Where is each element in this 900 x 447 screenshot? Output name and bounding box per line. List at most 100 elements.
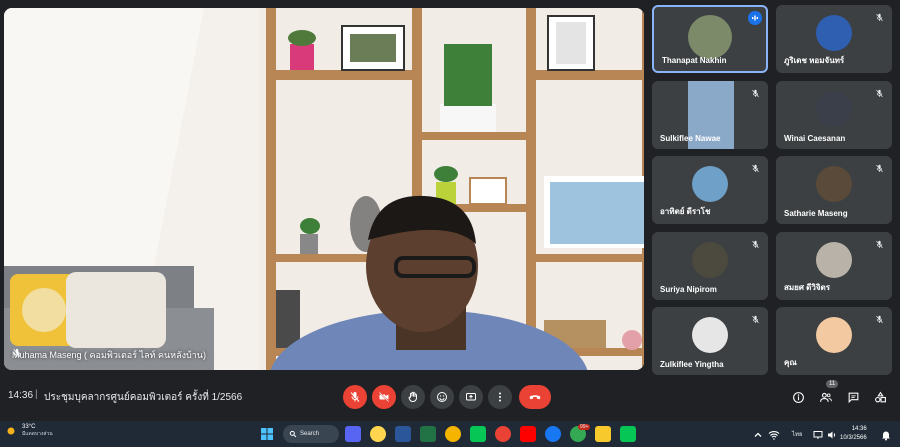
facebook-icon[interactable] bbox=[545, 426, 561, 442]
participant-name: คุณ bbox=[784, 358, 797, 367]
mic-off-icon bbox=[872, 237, 886, 251]
windows-icon bbox=[261, 428, 273, 440]
speaker-video bbox=[4, 8, 644, 370]
excel-icon[interactable] bbox=[420, 426, 436, 442]
avatar bbox=[692, 166, 728, 202]
leave-call-button[interactable] bbox=[519, 385, 551, 409]
participant-name: สมยศ ดีวิจิตร bbox=[784, 283, 831, 292]
participant-name: Zulkiflee Yingtha bbox=[660, 360, 724, 369]
participant-name: Satharie Maseng bbox=[784, 209, 848, 218]
raise-hand-button[interactable] bbox=[401, 385, 425, 409]
hand-icon bbox=[408, 391, 417, 402]
chrome-canary-icon[interactable] bbox=[370, 426, 386, 442]
file-explorer-icon[interactable] bbox=[595, 426, 611, 442]
participant-tile[interactable]: คุณ bbox=[776, 307, 892, 375]
people-icon bbox=[820, 392, 832, 402]
network-icon[interactable] bbox=[812, 428, 824, 440]
meeting-details-button[interactable] bbox=[790, 389, 806, 405]
present-icon bbox=[466, 393, 476, 401]
participant-tile[interactable]: Suriya Nipirom bbox=[652, 232, 768, 300]
participant-name: Sulkiflee Nawae bbox=[660, 134, 721, 143]
participant-tile[interactable]: Winai Caesanan bbox=[776, 81, 892, 149]
taskbar-search[interactable]: Search bbox=[283, 425, 339, 443]
avatar bbox=[816, 166, 852, 202]
participant-name: ภูริเดช หอมจันทร์ bbox=[784, 56, 845, 65]
app-icon[interactable] bbox=[445, 426, 461, 442]
notifications-icon[interactable] bbox=[880, 428, 892, 441]
mic-off-icon bbox=[748, 312, 762, 326]
wifi-icon[interactable] bbox=[768, 428, 780, 440]
volume-icon[interactable] bbox=[826, 428, 838, 440]
sun-icon bbox=[7, 427, 15, 435]
speaking-indicator-icon bbox=[748, 11, 762, 25]
participant-tile[interactable]: Satharie Maseng bbox=[776, 156, 892, 224]
mic-off-icon bbox=[872, 312, 886, 326]
mic-off-icon bbox=[748, 86, 762, 100]
avatar bbox=[816, 15, 852, 51]
meeting-title: ประชุมบุคลากรศูนย์คอมพิวเตอร์ ครั้งที่ 1… bbox=[44, 392, 243, 403]
mic-off-icon bbox=[13, 348, 21, 358]
avatar bbox=[816, 242, 852, 278]
main-speaker-name: Muhama Maseng ( คอมพิวเตอร์ ไลท์ คนหลังบ… bbox=[12, 350, 206, 360]
people-count-badge: 11 bbox=[826, 380, 839, 388]
participant-tile[interactable]: อาทิตย์ ดีราโช bbox=[652, 156, 768, 224]
system-clock[interactable]: 14:36 10/3/2566 bbox=[840, 425, 867, 443]
info-icon bbox=[792, 391, 804, 403]
search-label: Search bbox=[300, 431, 320, 437]
participant-name: Thanapat Nakhin bbox=[662, 56, 727, 65]
more-options-button[interactable] bbox=[488, 385, 512, 409]
line-icon[interactable] bbox=[620, 426, 636, 442]
avatar bbox=[816, 317, 852, 353]
participant-name: อาทิตย์ ดีราโช bbox=[660, 207, 711, 216]
taskbar: 33°C มีแดดบางส่วน Search 99+ ไทย 14:36 1… bbox=[0, 421, 900, 447]
participant-name: Winai Caesanan bbox=[784, 134, 846, 143]
toggle-mic-button[interactable] bbox=[343, 385, 367, 409]
mic-off-icon bbox=[748, 237, 762, 251]
participant-tile[interactable]: Sulkiflee Nawae bbox=[652, 81, 768, 149]
chat-button[interactable] bbox=[845, 389, 861, 405]
notification-badge: 99+ bbox=[578, 424, 591, 430]
mic-off-icon bbox=[872, 161, 886, 175]
line-icon[interactable] bbox=[470, 426, 486, 442]
meet-window: Muhama Maseng ( คอมพิวเตอร์ ไลท์ คนหลังบ… bbox=[0, 0, 900, 447]
mic-off-icon bbox=[872, 10, 886, 24]
weather-description: มีแดดบางส่วน bbox=[22, 431, 53, 437]
participant-tile[interactable]: Thanapat Nakhin bbox=[652, 5, 768, 73]
participant-tile[interactable]: Zulkiflee Yingtha bbox=[652, 307, 768, 375]
present-screen-button[interactable] bbox=[459, 385, 483, 409]
activities-button[interactable] bbox=[872, 389, 888, 405]
word-icon[interactable] bbox=[395, 426, 411, 442]
emoji-icon bbox=[437, 392, 447, 402]
mic-off-icon bbox=[872, 86, 886, 100]
start-button[interactable] bbox=[259, 426, 275, 442]
chevron-up-icon[interactable] bbox=[752, 428, 764, 440]
avatar bbox=[688, 15, 732, 59]
more-vert-icon bbox=[499, 392, 501, 402]
avatar bbox=[692, 242, 728, 278]
weather-widget[interactable]: 33°C มีแดดบางส่วน bbox=[4, 424, 53, 438]
activities-icon bbox=[874, 391, 886, 402]
participant-tile[interactable]: ภูริเดช หอมจันทร์ bbox=[776, 5, 892, 73]
participant-name: Suriya Nipirom bbox=[660, 285, 717, 294]
input-language[interactable]: ไทย bbox=[792, 429, 803, 439]
participant-tile[interactable]: สมยศ ดีวิจิตร bbox=[776, 232, 892, 300]
youtube-icon[interactable] bbox=[520, 426, 536, 442]
reactions-button[interactable] bbox=[430, 385, 454, 409]
clock-time: 14:36 bbox=[851, 426, 867, 432]
search-icon bbox=[289, 430, 297, 438]
avatar bbox=[816, 91, 852, 127]
main-speaker-tile[interactable]: Muhama Maseng ( คอมพิวเตอร์ ไลท์ คนหลังบ… bbox=[4, 8, 644, 370]
people-button[interactable] bbox=[818, 389, 834, 405]
meeting-control-bar: 14:36 | ประชุมบุคลากรศูนย์คอมพิวเตอร์ คร… bbox=[0, 376, 900, 418]
camera-off-icon bbox=[378, 391, 390, 403]
teams-meet-app-icon[interactable] bbox=[345, 426, 361, 442]
meeting-clock: 14:36 bbox=[8, 390, 34, 401]
hang-up-icon bbox=[529, 395, 541, 400]
chrome-icon[interactable] bbox=[495, 426, 511, 442]
meeting-separator: | bbox=[35, 389, 38, 400]
avatar bbox=[692, 317, 728, 353]
clock-date: 10/3/2566 bbox=[840, 435, 867, 441]
mic-off-icon bbox=[748, 161, 762, 175]
main-speaker-label: Muhama Maseng ( คอมพิวเตอร์ ไลท์ คนหลังบ… bbox=[12, 348, 206, 362]
toggle-camera-button[interactable] bbox=[372, 385, 396, 409]
